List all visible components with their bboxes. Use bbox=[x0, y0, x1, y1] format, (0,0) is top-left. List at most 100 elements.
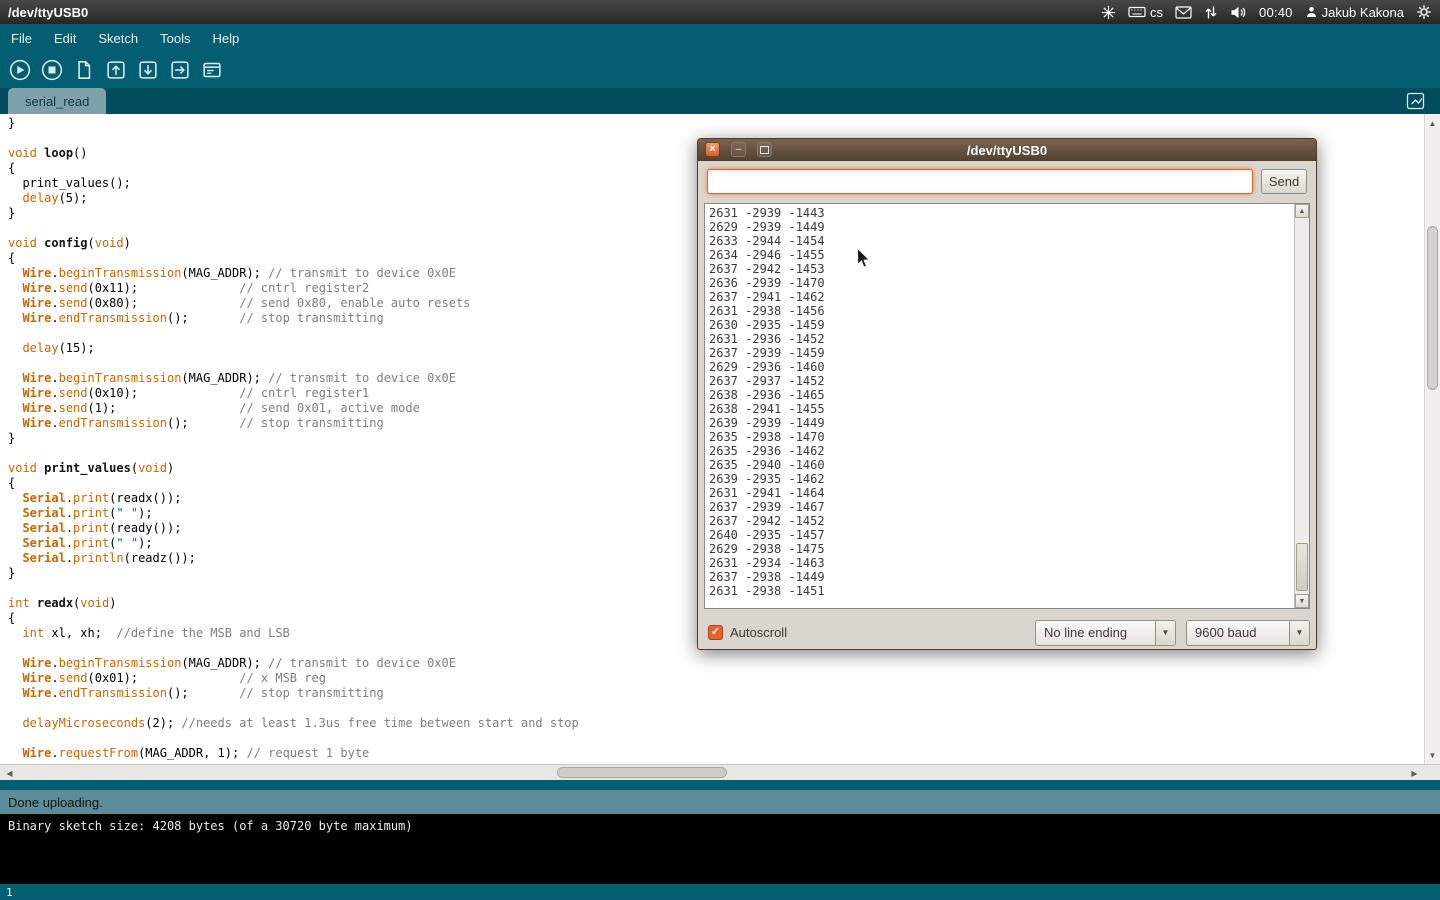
chevron-down-icon bbox=[1155, 621, 1175, 645]
minimize-window-button[interactable] bbox=[731, 142, 746, 157]
scroll-up-icon[interactable] bbox=[1295, 204, 1309, 218]
code-line bbox=[8, 731, 1420, 746]
baud-rate-value: 9600 baud bbox=[1187, 621, 1289, 645]
network-sync-icon[interactable] bbox=[1204, 5, 1218, 20]
scroll-down-icon[interactable] bbox=[1295, 594, 1309, 608]
serial-output-line: 2630 -2935 -1459 bbox=[709, 318, 1291, 332]
vertical-scrollbar-handle[interactable] bbox=[1427, 226, 1438, 390]
editor-horizontal-scrollbar[interactable] bbox=[0, 764, 1440, 780]
serial-output-line: 2631 -2936 -1452 bbox=[709, 332, 1291, 346]
editor-vertical-scrollbar[interactable] bbox=[1424, 114, 1440, 764]
indicator-star-icon[interactable] bbox=[1101, 5, 1116, 20]
send-button[interactable]: Send bbox=[1261, 169, 1307, 194]
menu-edit[interactable]: Edit bbox=[43, 24, 87, 52]
serial-output-line: 2636 -2939 -1470 bbox=[709, 276, 1291, 290]
serial-output-line: 2635 -2936 -1462 bbox=[709, 444, 1291, 458]
code-line: Wire.requestFrom(MAG_ADDR, 1); // reques… bbox=[8, 746, 1420, 761]
serial-output-line: 2629 -2939 -1449 bbox=[709, 220, 1291, 234]
tab-menu-button[interactable] bbox=[1405, 91, 1426, 111]
system-top-panel: /dev/ttyUSB0 cs 00:40 bbox=[0, 0, 1440, 24]
save-button[interactable] bbox=[134, 56, 162, 84]
serial-output-line: 2638 -2936 -1465 bbox=[709, 388, 1291, 402]
user-icon bbox=[1305, 5, 1318, 19]
verify-button[interactable] bbox=[6, 56, 34, 84]
code-line: } bbox=[8, 116, 1420, 131]
open-button[interactable] bbox=[102, 56, 130, 84]
serial-monitor-button[interactable] bbox=[198, 56, 226, 84]
clock[interactable]: 00:40 bbox=[1259, 5, 1293, 20]
serial-output-line: 2637 -2942 -1452 bbox=[709, 514, 1291, 528]
serial-monitor-body: Send 2631 -2939 -14432629 -2939 -1449263… bbox=[698, 161, 1316, 649]
keyboard-layout-indicator[interactable]: cs bbox=[1128, 5, 1163, 20]
autoscroll-label: Autoscroll bbox=[730, 625, 787, 640]
serial-monitor-window: /dev/ttyUSB0 Send 2631 -2939 -14432629 -… bbox=[697, 138, 1317, 650]
console-output: Binary sketch size: 4208 bytes (of a 307… bbox=[8, 819, 413, 833]
code-line: Wire.beginTransmission(MAG_ADDR); // tra… bbox=[8, 656, 1420, 671]
serial-output-line: 2631 -2938 -1456 bbox=[709, 304, 1291, 318]
ide-line-number-strip: 1 bbox=[0, 884, 1440, 900]
code-line bbox=[8, 701, 1420, 716]
serial-list-scrollbar[interactable] bbox=[1294, 204, 1309, 608]
user-menu[interactable]: Jakub Kakona bbox=[1305, 5, 1404, 20]
mouse-cursor bbox=[856, 248, 874, 269]
serial-output-line: 2637 -2938 -1449 bbox=[709, 570, 1291, 584]
keyboard-layout-label: cs bbox=[1150, 5, 1163, 20]
serial-output-line: 2633 -2944 -1454 bbox=[709, 234, 1291, 248]
serial-output-line: 2635 -2938 -1470 bbox=[709, 430, 1291, 444]
serial-output-line: 2631 -2939 -1443 bbox=[709, 206, 1291, 220]
line-ending-value: No line ending bbox=[1036, 621, 1155, 645]
session-gear-icon[interactable] bbox=[1416, 4, 1432, 20]
maximize-window-button[interactable] bbox=[757, 142, 772, 157]
desktop-screen: /dev/ttyUSB0 cs 00:40 bbox=[0, 0, 1440, 900]
serial-monitor-titlebar[interactable]: /dev/ttyUSB0 bbox=[698, 139, 1316, 161]
serial-output-line: 2635 -2940 -1460 bbox=[709, 458, 1291, 472]
code-line: Wire.send(0x01); // x MSB reg bbox=[8, 671, 1420, 686]
serial-output-line: 2639 -2939 -1449 bbox=[709, 416, 1291, 430]
close-window-button[interactable] bbox=[705, 142, 720, 157]
chevron-down-icon bbox=[1289, 621, 1309, 645]
serial-input[interactable] bbox=[707, 169, 1253, 194]
user-name-label: Jakub Kakona bbox=[1322, 5, 1404, 20]
menu-help[interactable]: Help bbox=[201, 24, 250, 52]
serial-output-line: 2631 -2934 -1463 bbox=[709, 556, 1291, 570]
serial-output-list[interactable]: 2631 -2939 -14432629 -2939 -14492633 -29… bbox=[704, 203, 1310, 609]
keyboard-icon bbox=[1128, 5, 1146, 19]
ide-toolbar bbox=[0, 52, 1440, 88]
scroll-down-icon[interactable] bbox=[1425, 748, 1440, 762]
stop-button[interactable] bbox=[38, 56, 66, 84]
serial-controls-row: Autoscroll No line ending 9600 baud bbox=[708, 619, 1310, 646]
autoscroll-checkbox[interactable] bbox=[708, 625, 723, 640]
tab-label: serial_read bbox=[25, 94, 89, 109]
tab-serial-read[interactable]: serial_read bbox=[8, 88, 106, 114]
serial-output-line: 2640 -2935 -1457 bbox=[709, 528, 1291, 542]
menu-tools[interactable]: Tools bbox=[149, 24, 201, 52]
line-ending-dropdown[interactable]: No line ending bbox=[1035, 620, 1176, 646]
baud-rate-dropdown[interactable]: 9600 baud bbox=[1186, 620, 1310, 646]
ide-console: Binary sketch size: 4208 bytes (of a 307… bbox=[0, 814, 1440, 884]
ide-divider bbox=[0, 780, 1440, 790]
serial-output-line: 2629 -2938 -1475 bbox=[709, 542, 1291, 556]
serial-output-line: 2639 -2935 -1462 bbox=[709, 472, 1291, 486]
new-sketch-button[interactable] bbox=[70, 56, 98, 84]
serial-output-line: 2638 -2941 -1455 bbox=[709, 402, 1291, 416]
code-line: delayMicroseconds(2); //needs at least 1… bbox=[8, 716, 1420, 731]
scroll-right-icon[interactable] bbox=[1407, 766, 1422, 780]
ide-menubar: File Edit Sketch Tools Help bbox=[0, 24, 1440, 52]
menu-sketch[interactable]: Sketch bbox=[87, 24, 149, 52]
serial-output-line: 2631 -2941 -1464 bbox=[709, 486, 1291, 500]
serial-output-line: 2637 -2939 -1459 bbox=[709, 346, 1291, 360]
upload-button[interactable] bbox=[166, 56, 194, 84]
active-window-title: /dev/ttyUSB0 bbox=[8, 5, 88, 20]
serial-monitor-title: /dev/ttyUSB0 bbox=[967, 143, 1047, 158]
status-message: Done uploading. bbox=[8, 795, 103, 810]
serial-output-line: 2631 -2938 -1451 bbox=[709, 584, 1291, 598]
scroll-left-icon[interactable] bbox=[2, 766, 17, 780]
volume-icon[interactable] bbox=[1230, 5, 1247, 20]
scroll-up-icon[interactable] bbox=[1425, 116, 1440, 130]
serial-scrollbar-handle[interactable] bbox=[1296, 543, 1308, 591]
mail-icon[interactable] bbox=[1175, 6, 1192, 19]
code-line: Wire.endTransmission(); // stop transmit… bbox=[8, 686, 1420, 701]
horizontal-scrollbar-handle[interactable] bbox=[557, 767, 727, 778]
serial-output-line: 2629 -2936 -1460 bbox=[709, 360, 1291, 374]
menu-file[interactable]: File bbox=[0, 24, 43, 52]
